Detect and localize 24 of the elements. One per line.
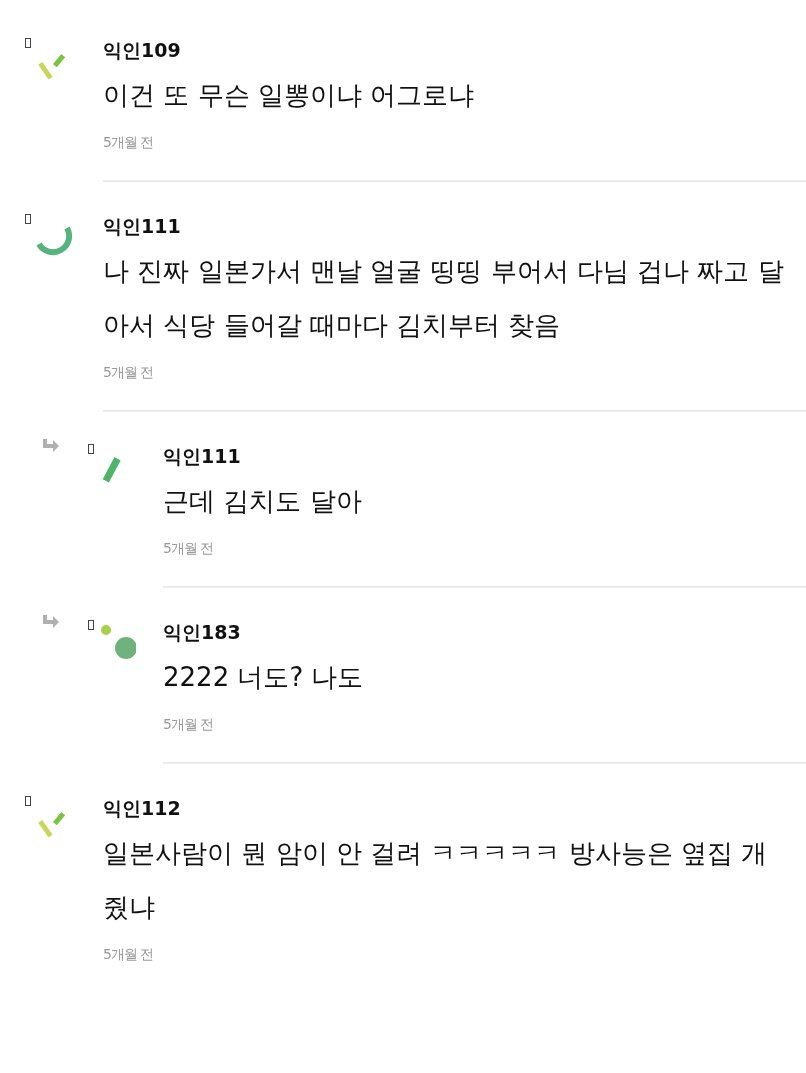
broken-image-icon <box>25 214 31 224</box>
author-name: 익인109 <box>103 38 182 63</box>
avatar-icon <box>33 226 73 256</box>
reply-arrow-icon <box>40 438 60 454</box>
broken-image-icon <box>88 444 94 454</box>
comment-text: 나 진짜 일본가서 맨날 얼굴 띵띵 부어서 다님 겁나 짜고 달아서 식당 들어갈 때마다 김치부터 찾음 <box>103 255 785 342</box>
comment-time: 5개월 전 <box>163 716 215 734</box>
comment-text: 일본사람이 뭔 암이 안 걸려 ㅋㅋㅋㅋㅋ 방사능은 옆집 개 줬냐 <box>103 837 769 924</box>
comment-time: 5개월 전 <box>163 540 215 558</box>
avatar-icon <box>100 624 136 660</box>
author-name: 익인111 <box>163 444 242 469</box>
comment-text: 2222 너도? 나도 <box>163 661 365 694</box>
comment-text: 근데 김치도 달아 <box>163 485 363 518</box>
broken-image-icon <box>25 38 31 48</box>
broken-image-icon <box>25 796 31 806</box>
author-name: 익인112 <box>103 796 182 821</box>
broken-image-icon <box>88 620 94 630</box>
comment-time: 5개월 전 <box>103 134 155 152</box>
author-name: 익인111 <box>103 214 182 239</box>
comment-time: 5개월 전 <box>103 946 155 964</box>
comment-time: 5개월 전 <box>103 364 155 382</box>
author-name: 익인183 <box>163 620 242 645</box>
reply-arrow-icon <box>40 614 60 630</box>
comment-text: 이건 또 무슨 일뽕이냐 어그로냐 <box>103 79 476 112</box>
